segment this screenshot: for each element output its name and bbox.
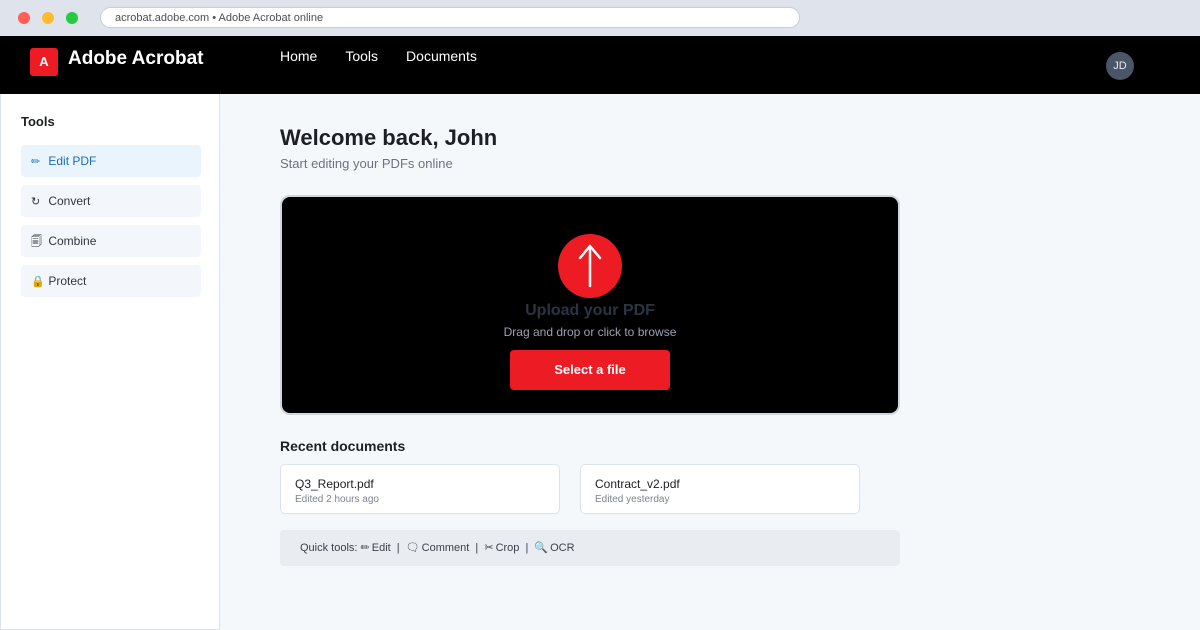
maximize-window-button[interactable] — [66, 12, 78, 24]
sidebar-item-label: Edit PDF — [48, 154, 97, 168]
close-window-button[interactable] — [18, 12, 30, 24]
acrobat-logo-icon[interactable]: A — [30, 48, 58, 76]
page-title: Welcome back, John — [280, 125, 498, 150]
upload-subtitle: Drag and drop or click to browse — [503, 325, 677, 339]
separator: | — [525, 542, 529, 554]
sidebar-item-edit-pdf[interactable]: ✏ Edit PDF — [21, 145, 201, 177]
main-nav: Home Tools Documents — [280, 47, 505, 65]
brand-name[interactable]: Adobe Acrobat — [68, 48, 203, 70]
sidebar-item-convert[interactable]: ↻ Convert — [21, 185, 201, 217]
scissors-icon: ✂ — [484, 542, 494, 554]
sidebar-item-protect[interactable]: 🔒 Protect — [21, 265, 201, 297]
recent-documents-heading: Recent documents — [280, 438, 406, 454]
magnifier-icon: 🔍 — [534, 542, 549, 554]
refresh-icon: ↻ — [31, 196, 41, 208]
top-navigation-bar: A Adobe Acrobat Home Tools Documents JD — [0, 36, 1200, 94]
browser-chrome: acrobat.adobe.com • Adobe Acrobat online — [0, 0, 1200, 36]
pencil-icon: ✏ — [31, 156, 41, 168]
sidebar-item-label: Protect — [48, 274, 87, 288]
upload-dropzone[interactable]: Upload your PDF Drag and drop or click t… — [280, 195, 900, 415]
quick-tool-comment[interactable]: 🗨 Comment — [406, 542, 473, 554]
tools-sidebar: Tools ✏ Edit PDF ↻ Convert 🗐 Combine 🔒 P… — [0, 94, 220, 630]
document-edited-time: Edited 2 hours ago — [295, 494, 379, 505]
recent-document-card[interactable]: Q3_Report.pdf Edited 2 hours ago — [280, 464, 560, 514]
pencil-icon: ✏ — [360, 542, 370, 554]
nav-home[interactable]: Home — [280, 47, 317, 65]
minimize-window-button[interactable] — [42, 12, 54, 24]
quick-tool-crop[interactable]: ✂ Crop — [484, 542, 522, 554]
address-bar[interactable]: acrobat.adobe.com • Adobe Acrobat online — [100, 7, 800, 28]
comment-icon: 🗨 — [405, 542, 420, 554]
sidebar-item-label: Combine — [48, 234, 97, 248]
quick-tool-edit[interactable]: ✏ Edit — [361, 542, 394, 554]
lock-icon: 🔒 — [31, 276, 45, 288]
quick-tool-label: Comment — [421, 542, 470, 554]
quick-tool-ocr[interactable]: 🔍 OCR — [534, 542, 574, 554]
pages-icon: 🗐 — [31, 236, 42, 248]
select-file-button[interactable]: Select a file — [510, 350, 670, 390]
upload-arrow-icon — [558, 234, 622, 298]
quick-tools-bar: Quick tools: ✏ Edit | 🗨 Comment | ✂ Crop | … — [280, 530, 900, 566]
recent-document-card[interactable]: Contract_v2.pdf Edited yesterday — [580, 464, 860, 514]
user-avatar[interactable]: JD — [1106, 52, 1134, 80]
document-name: Contract_v2.pdf — [595, 477, 680, 491]
document-name: Q3_Report.pdf — [295, 477, 374, 491]
document-edited-time: Edited yesterday — [595, 494, 670, 505]
quick-tools-label: Quick tools: — [300, 542, 358, 554]
upload-title: Upload your PDF — [525, 302, 655, 319]
quick-tool-label: OCR — [550, 542, 575, 554]
sidebar-title: Tools — [21, 114, 55, 129]
page-subtitle: Start editing your PDFs online — [280, 156, 453, 171]
nav-documents[interactable]: Documents — [406, 47, 477, 65]
quick-tool-label: Edit — [371, 542, 391, 554]
nav-tools[interactable]: Tools — [345, 47, 378, 65]
separator: | — [396, 542, 400, 554]
sidebar-item-combine[interactable]: 🗐 Combine — [21, 225, 201, 257]
separator: | — [475, 542, 479, 554]
sidebar-item-label: Convert — [48, 194, 91, 208]
quick-tool-label: Crop — [495, 542, 520, 554]
